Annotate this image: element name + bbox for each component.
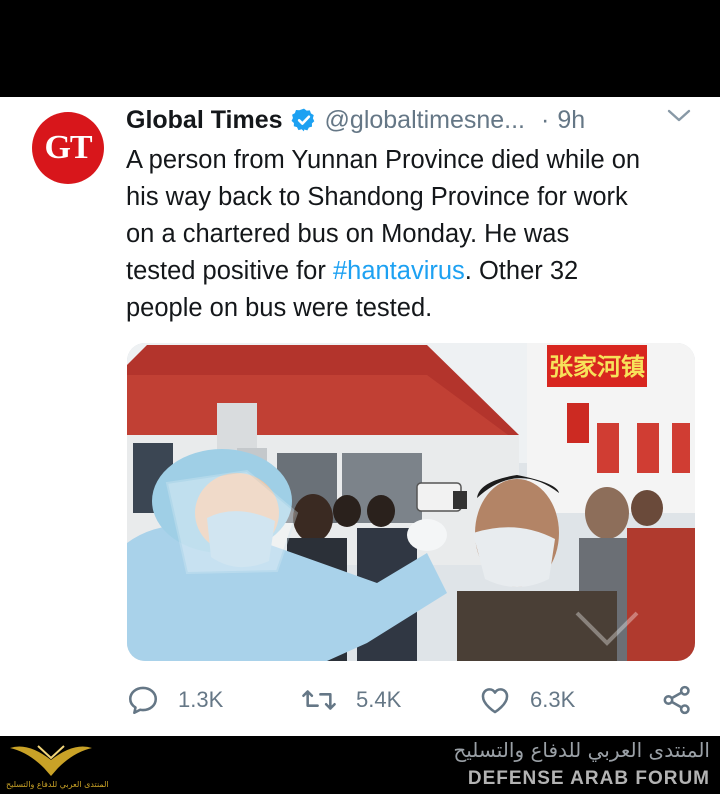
handle[interactable]: @globaltimesne... [325, 106, 525, 135]
like-button[interactable]: 6.3K [478, 680, 575, 720]
separator-dot: · [541, 105, 550, 134]
tweet-text-line: tested positive for #hantavirus. Other 3… [126, 253, 706, 290]
tweet-header: Global Times @globaltimesne... · 9h [126, 100, 585, 140]
top-black-bar [0, 0, 720, 97]
avatar[interactable]: GT [32, 112, 104, 184]
retweet-count: 5.4K [356, 687, 402, 712]
reply-count: 1.3K [178, 687, 224, 712]
text-segment: . Other 32 [464, 257, 579, 285]
tweet-actions: 1.3K 5.4K 6.3K [126, 680, 706, 720]
tweet-text: A person from Yunnan Province died while… [126, 142, 706, 327]
share-icon [663, 685, 690, 715]
retweet-button[interactable]: 5.4K [300, 680, 401, 720]
chevron-down-icon[interactable] [664, 104, 694, 128]
reply-button[interactable]: 1.3K [126, 680, 223, 720]
forum-name-english: DEFENSE ARAB FORUM [467, 768, 710, 789]
share-button[interactable] [660, 680, 712, 720]
like-count: 6.3K [530, 687, 576, 712]
verified-badge-icon [291, 107, 317, 133]
forum-name-arabic: المنتدى العربي للدفاع والتسليح [453, 738, 710, 762]
hashtag-link[interactable]: #hantavirus [333, 257, 465, 285]
tweet-text-line: his way back to Shandong Province for wo… [126, 183, 628, 211]
sign-text: 张家河镇 [549, 353, 645, 381]
tweet-text-line: on a chartered bus on Monday. He was [126, 220, 570, 248]
like-icon [481, 688, 509, 714]
avatar-logo-text: GT [44, 129, 92, 166]
tweet-text-line: people on bus were tested. [126, 294, 433, 322]
text-segment: tested positive for [126, 257, 333, 285]
tweet-photo[interactable]: 张家河镇 [127, 343, 695, 661]
forum-logo-text: المنتدى العربي للدفاع والتسليح [6, 780, 109, 789]
photo-scene: 张家河镇 [127, 343, 695, 661]
reply-icon [128, 686, 158, 715]
tweet-text-line: A person from Yunnan Province died while… [126, 146, 641, 174]
display-name[interactable]: Global Times [126, 106, 283, 135]
retweet-icon [302, 690, 336, 710]
timestamp[interactable]: 9h [557, 106, 585, 135]
